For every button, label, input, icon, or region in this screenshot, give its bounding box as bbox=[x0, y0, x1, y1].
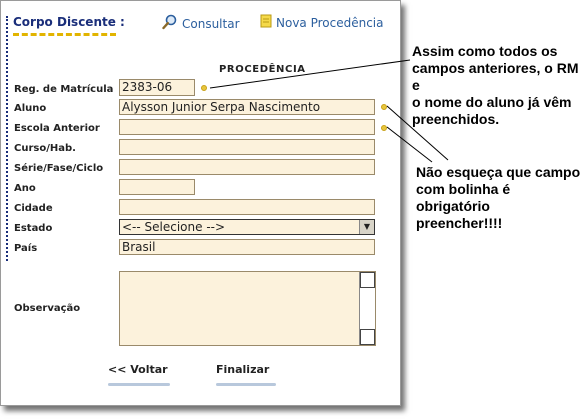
ano-label: Ano bbox=[14, 183, 36, 194]
scroll-down-button[interactable] bbox=[360, 329, 375, 345]
serie-label: Série/Fase/Ciclo bbox=[14, 163, 104, 174]
cidade-input[interactable] bbox=[119, 199, 375, 215]
consultar-link[interactable]: Consultar bbox=[162, 14, 240, 33]
aluno-input[interactable]: Alysson Junior Serpa Nascimento bbox=[119, 99, 375, 115]
nova-procedencia-link[interactable]: Nova Procedência bbox=[260, 14, 384, 31]
pais-label: País bbox=[14, 243, 38, 254]
annotation-line: com bolinha é obrigatório bbox=[416, 181, 511, 214]
curso-label: Curso/Hab. bbox=[14, 143, 76, 154]
annotation-line: o nome do aluno já vêm bbox=[412, 94, 572, 110]
escola-anterior-label: Escola Anterior bbox=[14, 123, 100, 134]
cidade-label: Cidade bbox=[14, 203, 53, 214]
pais-input[interactable]: Brasil bbox=[119, 239, 375, 255]
section-title: PROCEDÊNCIA bbox=[219, 64, 306, 75]
reg-matricula-label: Reg. de Matrícula bbox=[14, 84, 114, 95]
reg-matricula-input[interactable]: 2383-06 bbox=[119, 79, 195, 96]
note-icon bbox=[260, 14, 272, 31]
chevron-down-icon[interactable]: ▼ bbox=[359, 220, 374, 234]
finalizar-button[interactable]: Finalizar bbox=[216, 363, 269, 376]
annotation-required: Não esqueça que campo com bolinha é obri… bbox=[416, 164, 585, 232]
side-dotted-border bbox=[6, 16, 8, 261]
consultar-label: Consultar bbox=[182, 16, 240, 31]
serie-input[interactable] bbox=[119, 159, 375, 175]
aluno-label: Aluno bbox=[14, 103, 47, 114]
title-underline bbox=[13, 33, 116, 36]
annotation-line: preencher!!!! bbox=[416, 215, 503, 231]
finalizar-button-shadow bbox=[216, 383, 276, 386]
annotation-line: Assim como todos os bbox=[412, 43, 558, 59]
required-dot bbox=[381, 104, 387, 110]
nova-procedencia-label: Nova Procedência bbox=[276, 15, 384, 30]
voltar-button[interactable]: << Voltar bbox=[108, 363, 168, 376]
annotation-prefilled: Assim como todos os campos anteriores, o… bbox=[412, 43, 585, 128]
page-title: Corpo Discente : bbox=[13, 15, 125, 29]
ano-input[interactable] bbox=[119, 179, 195, 195]
scroll-up-button[interactable] bbox=[360, 272, 375, 288]
observacao-textarea[interactable] bbox=[119, 271, 376, 346]
annotation-line: campos anteriores, o RM e bbox=[412, 60, 579, 93]
annotation-line: preenchidos. bbox=[412, 111, 500, 127]
required-dot bbox=[381, 125, 387, 131]
form-panel: Corpo Discente : Consultar Nova Procedên… bbox=[0, 0, 401, 406]
textarea-scrollbar[interactable] bbox=[359, 272, 375, 345]
estado-selected-value: <-- Selecione --> bbox=[122, 220, 226, 234]
required-dot bbox=[201, 85, 207, 91]
estado-label: Estado bbox=[14, 223, 53, 234]
curso-input[interactable] bbox=[119, 139, 375, 155]
annotation-line: Não esqueça que campo bbox=[416, 164, 581, 180]
estado-select[interactable]: <-- Selecione --> ▼ bbox=[119, 219, 375, 235]
voltar-button-shadow bbox=[108, 383, 170, 386]
observacao-label: Observação bbox=[14, 303, 81, 314]
magnifier-icon bbox=[162, 14, 178, 33]
escola-anterior-input[interactable] bbox=[119, 119, 375, 135]
